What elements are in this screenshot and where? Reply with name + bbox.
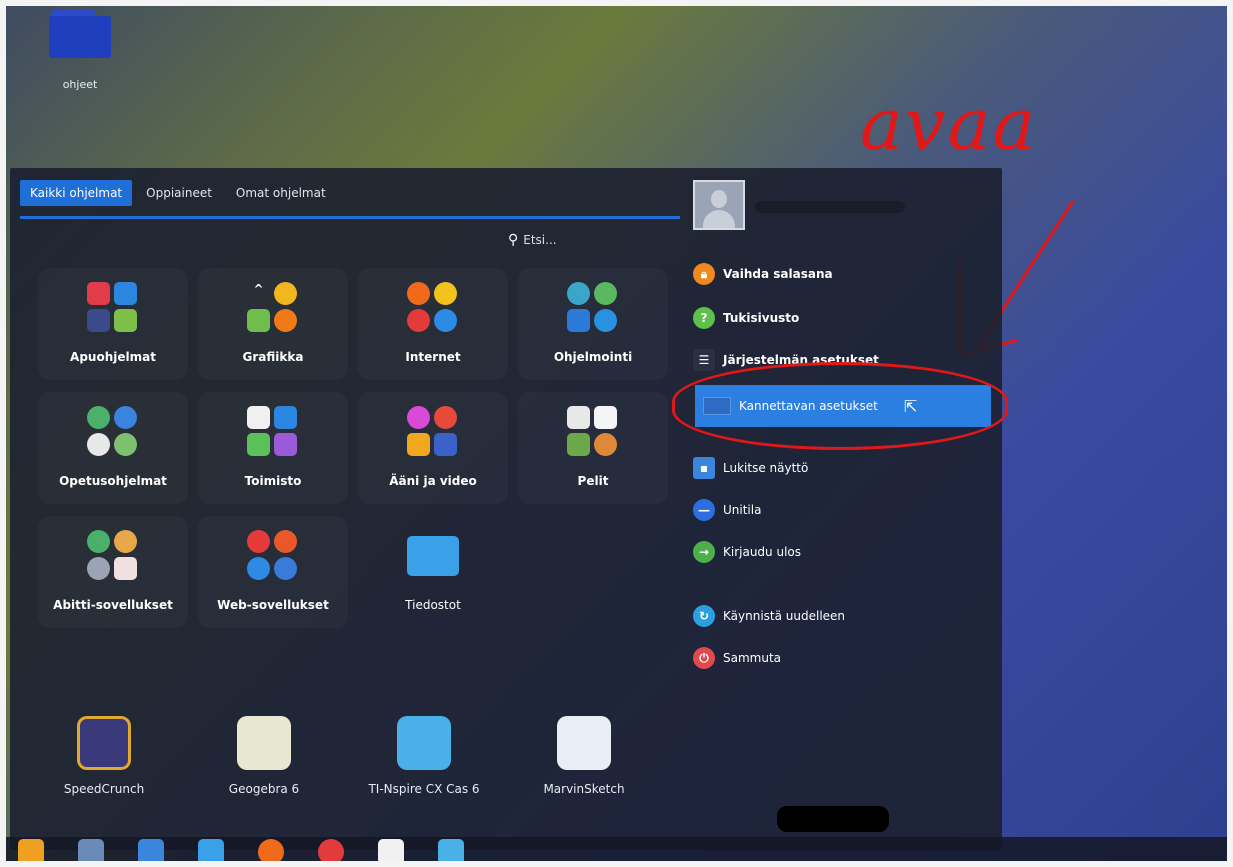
- ti-nspire-taskbar-icon[interactable]: [438, 839, 464, 865]
- power-icon: ⏻: [693, 647, 715, 669]
- lock-screen-icon: ▪: [693, 457, 715, 479]
- tiedostot-folder-icon: [407, 530, 459, 582]
- category-grafiikka[interactable]: ^ Grafiikka: [198, 268, 348, 380]
- search-icon: ⚲: [508, 232, 519, 248]
- redaction-mark: [777, 806, 889, 832]
- user-avatar[interactable]: [693, 180, 745, 230]
- action-vaihda-salasana[interactable]: 🔒︎ Vaihda salasana: [693, 260, 833, 288]
- pinned-ti-nspire[interactable]: TI-Nspire CX Cas 6: [354, 716, 494, 796]
- sleep-icon: —: [693, 499, 715, 521]
- taskbar: [0, 837, 1233, 867]
- ohjelmointi-icon: [567, 282, 619, 334]
- grafiikka-icon: ^: [247, 282, 299, 334]
- sliders-icon: ☰: [693, 349, 715, 371]
- tab-underline: [20, 216, 680, 219]
- category-web-sovellukset[interactable]: Web-sovellukset: [198, 516, 348, 628]
- category-aani-ja-video[interactable]: Ääni ja video: [358, 392, 508, 504]
- pinned-marvinsketch[interactable]: MarvinSketch: [514, 716, 654, 796]
- desktop-folder-label: ohjeet: [62, 78, 98, 91]
- firefox-icon[interactable]: [258, 839, 284, 865]
- abitti-icon: [87, 530, 139, 582]
- pelit-icon: [567, 406, 619, 458]
- category-apuohjelmat[interactable]: Apuohjelmat: [38, 268, 188, 380]
- speedcrunch-icon: [77, 716, 131, 770]
- internet-icon: [407, 282, 459, 334]
- aani-ja-video-icon: [407, 406, 459, 458]
- action-sammuta[interactable]: ⏻ Sammuta: [693, 644, 781, 672]
- desktop-folder-ohjeet[interactable]: ohjeet: [40, 10, 120, 91]
- desktop-icon[interactable]: [78, 839, 104, 865]
- action-kirjaudu-ulos[interactable]: → Kirjaudu ulos: [693, 538, 801, 566]
- action-kaynnista-uudelleen[interactable]: ↻ Käynnistä uudelleen: [693, 602, 845, 630]
- chrome-icon[interactable]: [318, 839, 344, 865]
- search-label: Etsi...: [523, 233, 557, 247]
- restart-icon: ↻: [693, 605, 715, 627]
- document-icon[interactable]: [378, 839, 404, 865]
- tab-oppiaineet[interactable]: Oppiaineet: [136, 180, 222, 206]
- file-manager-icon[interactable]: [138, 839, 164, 865]
- web-sovellukset-icon: [247, 530, 299, 582]
- annotation-circle: [672, 362, 1008, 450]
- opetusohjelmat-icon: [87, 406, 139, 458]
- category-opetusohjelmat[interactable]: Opetusohjelmat: [38, 392, 188, 504]
- pinned-geogebra[interactable]: Geogebra 6: [194, 716, 334, 796]
- application-menu: Kaikki ohjelmat Oppiaineet Omat ohjelmat…: [10, 168, 1002, 850]
- tab-kaikki-ohjelmat[interactable]: Kaikki ohjelmat: [20, 180, 133, 206]
- pinned-speedcrunch[interactable]: SpeedCrunch: [34, 716, 174, 796]
- folder-icon: [49, 10, 111, 58]
- category-toimisto[interactable]: Toimisto: [198, 392, 348, 504]
- ti-nspire-icon: [397, 716, 451, 770]
- category-abitti-sovellukset[interactable]: Abitti-sovellukset: [38, 516, 188, 628]
- username-redaction: [755, 201, 905, 213]
- menu-tabs: Kaikki ohjelmat Oppiaineet Omat ohjelmat: [20, 180, 336, 206]
- handwritten-annotation: avaa: [860, 82, 1038, 166]
- help-icon: ?: [693, 307, 715, 329]
- logout-icon: →: [693, 541, 715, 563]
- folder-icon[interactable]: [198, 839, 224, 865]
- action-lukitse-naytto[interactable]: ▪ Lukitse näyttö: [693, 454, 808, 482]
- category-tiedostot[interactable]: Tiedostot: [358, 516, 508, 628]
- apuohjelmat-icon: [87, 282, 139, 334]
- menu-launcher-icon[interactable]: [18, 839, 44, 865]
- marvinsketch-icon: [557, 716, 611, 770]
- lock-icon: 🔒︎: [693, 263, 715, 285]
- action-unitila[interactable]: — Unitila: [693, 496, 761, 524]
- toimisto-icon: [247, 406, 299, 458]
- search-field[interactable]: ⚲ Etsi...: [508, 232, 557, 248]
- category-ohjelmointi[interactable]: Ohjelmointi: [518, 268, 668, 380]
- tab-omat-ohjelmat[interactable]: Omat ohjelmat: [226, 180, 336, 206]
- geogebra-icon: [237, 716, 291, 770]
- category-pelit[interactable]: Pelit: [518, 392, 668, 504]
- action-tukisivusto[interactable]: ? Tukisivusto: [693, 304, 799, 332]
- category-internet[interactable]: Internet: [358, 268, 508, 380]
